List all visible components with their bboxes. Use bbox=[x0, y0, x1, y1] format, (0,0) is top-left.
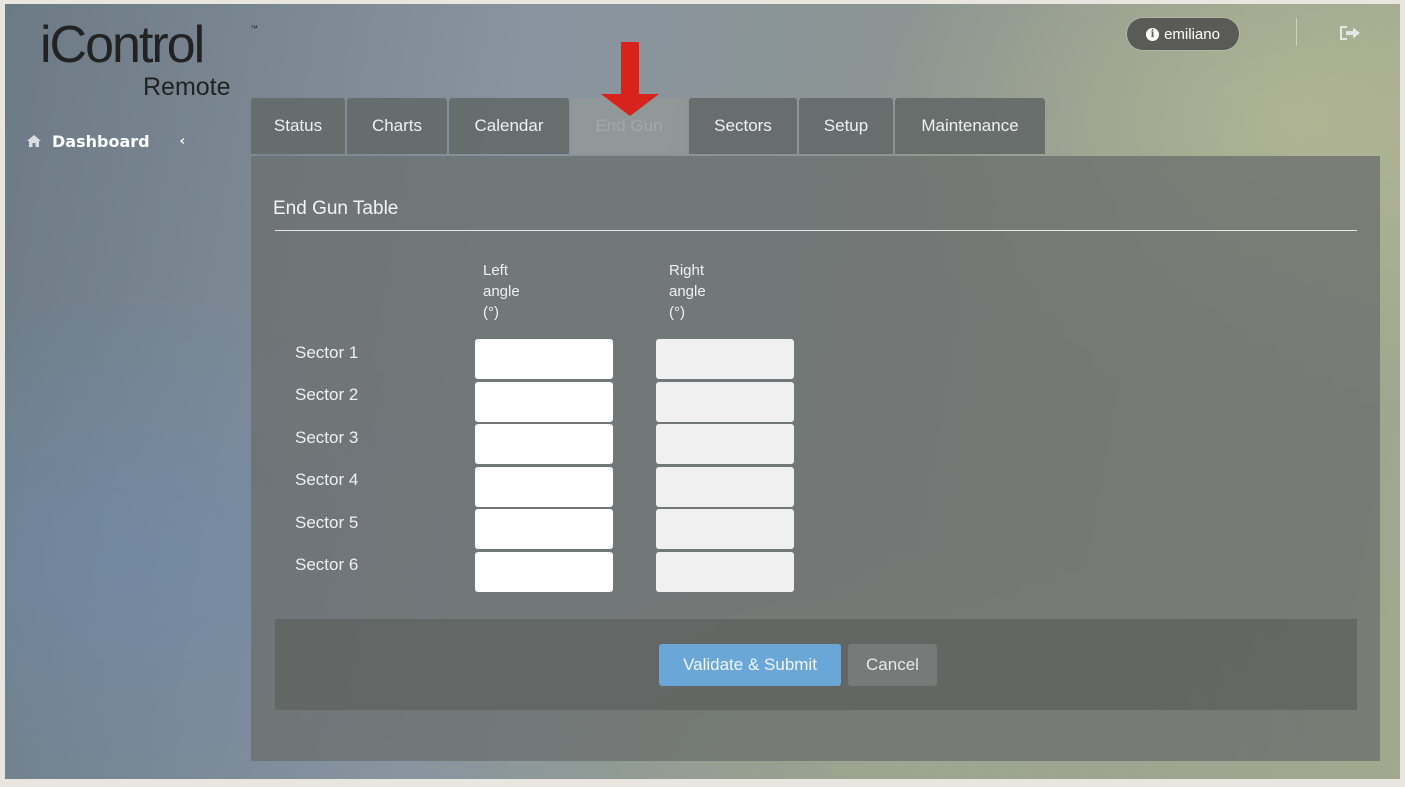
username: emiliano bbox=[1164, 25, 1220, 43]
info-icon: i bbox=[1146, 27, 1160, 41]
sector-1-left-angle-input[interactable] bbox=[475, 339, 613, 379]
sector-6-left-angle-input[interactable] bbox=[475, 552, 613, 592]
header-line: angle bbox=[669, 283, 706, 300]
row-label-sector-4: Sector 4 bbox=[295, 470, 359, 489]
sector-2-left-angle-input[interactable] bbox=[475, 382, 613, 422]
header-divider bbox=[1296, 18, 1297, 46]
sector-6-right-angle-input[interactable] bbox=[656, 552, 794, 592]
frame-edge bbox=[1400, 0, 1405, 787]
header-line: angle bbox=[483, 283, 520, 300]
header-line: Left bbox=[483, 262, 509, 279]
logo-trademark: ™ bbox=[250, 24, 258, 33]
tab-calendar[interactable]: Calendar bbox=[449, 98, 569, 154]
home-icon bbox=[27, 135, 41, 147]
form-actions-bar: Validate & Submit Cancel bbox=[275, 619, 1357, 710]
tab-setup[interactable]: Setup bbox=[799, 98, 893, 154]
tab-status[interactable]: Status bbox=[251, 98, 345, 154]
header-line: Right bbox=[669, 262, 705, 279]
sector-1-right-angle-input[interactable] bbox=[656, 339, 794, 379]
sidebar-item-label: Dashboard bbox=[52, 131, 150, 151]
chevron-left-icon[interactable]: ‹ bbox=[180, 134, 185, 149]
frame-edge bbox=[0, 0, 1405, 4]
column-header-right-angle: Right angle (°) bbox=[669, 260, 706, 323]
logo-wordmark: iControl bbox=[40, 16, 205, 74]
sector-2-right-angle-input[interactable] bbox=[656, 382, 794, 422]
app-window: iControl ™ Remote Dashboard ‹ i emiliano… bbox=[0, 0, 1405, 787]
tab-maintenance[interactable]: Maintenance bbox=[895, 98, 1045, 154]
user-menu-button[interactable]: i emiliano bbox=[1127, 18, 1239, 50]
row-label-sector-1: Sector 1 bbox=[295, 343, 359, 362]
frame-edge bbox=[0, 0, 5, 787]
panel-title: End Gun Table bbox=[273, 198, 399, 219]
sector-3-right-angle-input[interactable] bbox=[656, 424, 794, 464]
validate-submit-button[interactable]: Validate & Submit bbox=[659, 644, 841, 686]
title-divider bbox=[275, 230, 1357, 231]
app-logo: iControl ™ Remote bbox=[40, 14, 270, 100]
sector-5-left-angle-input[interactable] bbox=[475, 509, 613, 549]
frame-edge bbox=[0, 779, 1405, 787]
sector-3-left-angle-input[interactable] bbox=[475, 424, 613, 464]
tab-charts[interactable]: Charts bbox=[347, 98, 447, 154]
column-header-left-angle: Left angle (°) bbox=[483, 260, 520, 323]
sidebar-item-dashboard[interactable]: Dashboard ‹ bbox=[26, 129, 216, 153]
row-label-sector-2: Sector 2 bbox=[295, 385, 359, 404]
sector-4-left-angle-input[interactable] bbox=[475, 467, 613, 507]
cancel-button[interactable]: Cancel bbox=[848, 644, 937, 686]
tab-sectors[interactable]: Sectors bbox=[689, 98, 797, 154]
header-unit: (°) bbox=[669, 304, 685, 321]
row-label-sector-3: Sector 3 bbox=[295, 428, 359, 447]
logo-subtitle: Remote bbox=[143, 73, 231, 101]
logout-icon[interactable] bbox=[1338, 24, 1362, 42]
header-unit: (°) bbox=[483, 304, 499, 321]
end-gun-panel: End Gun Table Left angle (°) Right angle… bbox=[251, 156, 1380, 761]
row-label-sector-5: Sector 5 bbox=[295, 513, 359, 532]
sector-4-right-angle-input[interactable] bbox=[656, 467, 794, 507]
row-label-sector-6: Sector 6 bbox=[295, 555, 359, 574]
red-arrow-annotation bbox=[601, 42, 659, 116]
sector-5-right-angle-input[interactable] bbox=[656, 509, 794, 549]
